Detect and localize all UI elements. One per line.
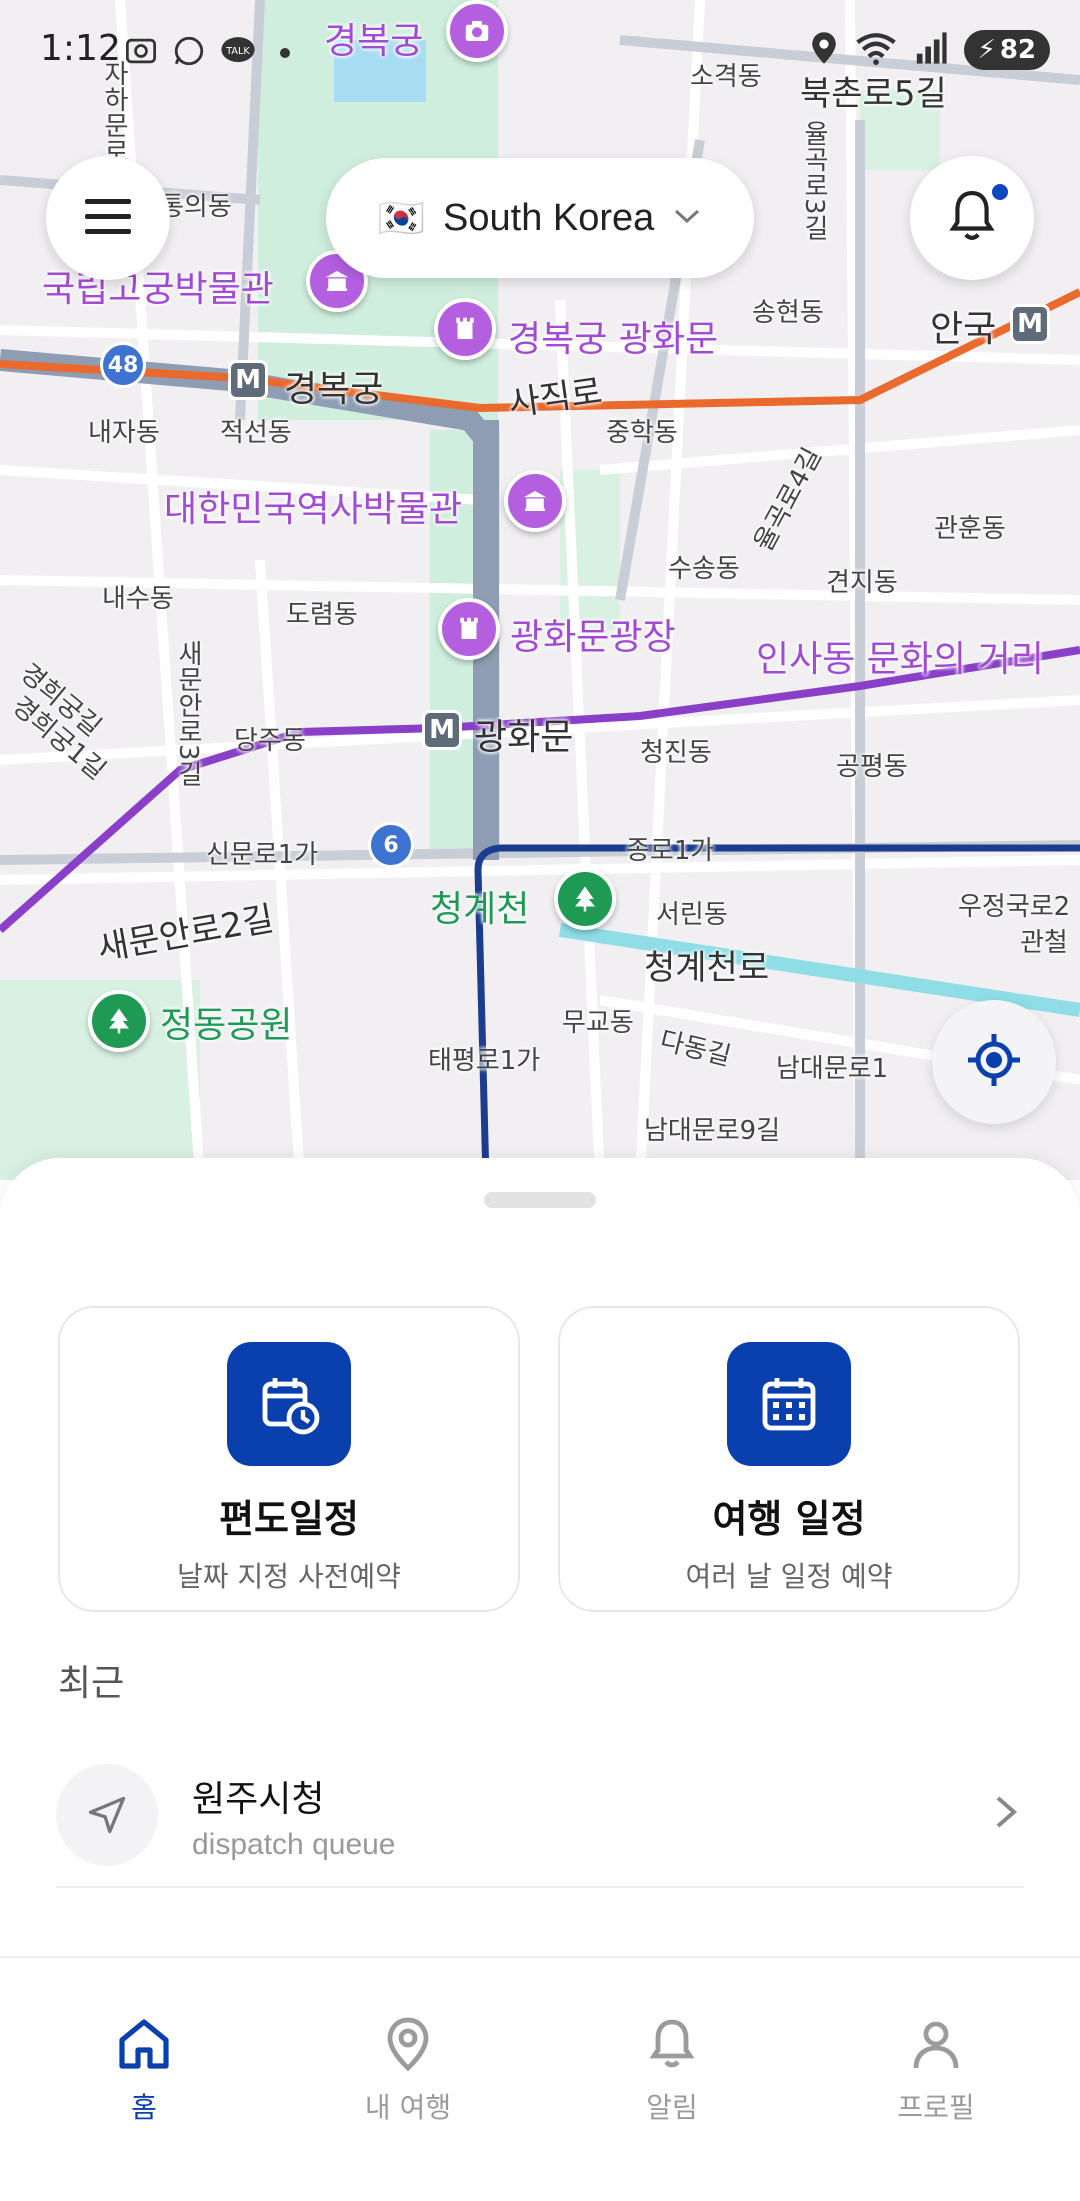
route-48-badge: 48 — [100, 342, 146, 388]
map-label-angguk: 안국 — [930, 309, 997, 350]
map-label-gwanhun: 관훈동 — [934, 514, 1006, 544]
bell-icon — [947, 188, 997, 248]
sheet-drag-handle[interactable] — [484, 1192, 596, 1208]
map-label-tongui: 통의동 — [160, 192, 232, 222]
map-label-gyeonji: 견지동 — [826, 568, 898, 598]
map-label-doryeom: 도렴동 — [286, 600, 358, 630]
chevron-right-icon — [992, 1792, 1020, 1836]
route-6-badge: 6 — [368, 822, 414, 868]
recent-list-item[interactable]: 원주시청 dispatch queue — [56, 1748, 1024, 1888]
charging-icon: ⚡ — [977, 35, 996, 65]
trip-schedule-card[interactable]: 여행 일정 여러 날 일정 예약 — [558, 1306, 1020, 1612]
map-label-cheongjin: 청진동 — [640, 738, 712, 768]
map-label-namdaemun1: 남대문로1 — [776, 1054, 889, 1084]
whatsapp-icon — [172, 34, 206, 72]
nav-label: 내 여행 — [364, 2091, 452, 2124]
chevron-down-icon — [672, 206, 702, 230]
crosshair-icon — [966, 1032, 1022, 1092]
menu-button[interactable] — [46, 156, 170, 280]
map-label-jeokseon: 적선동 — [220, 418, 292, 448]
metro-station-icon[interactable]: M — [1010, 304, 1050, 344]
map-label-yulgok3: 율곡로3길 — [799, 120, 829, 241]
nav-label: 알림 — [646, 2091, 698, 2124]
location-icon — [810, 31, 838, 69]
status-time: 1:12 — [40, 28, 121, 69]
nav-item-my-trips[interactable]: 내 여행 — [308, 2014, 508, 2126]
map-label-namdaemun9: 남대문로9길 — [644, 1116, 781, 1146]
tree-icon[interactable] — [554, 868, 616, 930]
map-label-cheonggyecheon: 청계천 — [430, 889, 530, 930]
map-label-gongpyeong: 공평동 — [836, 752, 908, 782]
notification-dot-icon — [280, 48, 290, 58]
recent-section-title: 최근 — [58, 1663, 125, 1704]
map-label-jongno1: 종로1가 — [626, 836, 715, 866]
tree-icon[interactable] — [88, 990, 150, 1052]
map-label-sinmunro: 신문로1가 — [206, 840, 319, 870]
calendar-clock-icon — [227, 1342, 351, 1466]
recent-item-subtitle: dispatch queue — [192, 1828, 396, 1861]
nav-item-home[interactable]: 홈 — [44, 2014, 244, 2126]
map-label-dangju: 당주동 — [234, 726, 306, 756]
map-label-jeongdong-park: 정동공원 — [160, 1005, 293, 1046]
map-label-history-museum: 대한민국역사박물관 — [164, 489, 463, 530]
bell-icon — [642, 2019, 702, 2078]
notifications-button[interactable] — [910, 156, 1034, 280]
calendar-icon — [727, 1342, 851, 1466]
map-label-gwanghwamun-gate: 경복궁 광화문 — [508, 319, 719, 360]
map-label-cheonggyecheonro: 청계천로 — [644, 948, 770, 988]
recent-item-name: 원주시청 — [192, 1779, 325, 1820]
card-title: 편도일정 — [219, 1497, 359, 1541]
hamburger-icon — [85, 197, 131, 239]
card-subtitle: 여러 날 일정 예약 — [685, 1560, 893, 1593]
map-label-naesu: 내수동 — [102, 584, 174, 614]
nav-item-alerts[interactable]: 알림 — [572, 2014, 772, 2126]
map-label-taepyeong: 태평로1가 — [428, 1046, 541, 1076]
landmark-icon[interactable] — [434, 298, 496, 360]
svg-text:TALK: TALK — [225, 46, 250, 57]
map-label-susong: 수송동 — [668, 554, 740, 584]
country-selector[interactable]: 🇰🇷 South Korea — [326, 158, 754, 278]
signal-icon — [914, 31, 948, 69]
map-label-junghak: 중학동 — [606, 418, 678, 448]
flag-icon: 🇰🇷 — [377, 195, 426, 240]
map-label-gyeongbokgung-station: 경복궁 — [284, 369, 384, 410]
map-label-ujeongguk: 우정국로2 — [958, 892, 1071, 922]
card-subtitle: 날짜 지정 사전예약 — [177, 1560, 401, 1593]
locate-me-button[interactable] — [932, 1000, 1056, 1124]
map-label-insadong: 인사동 문화의 거리 — [756, 639, 1044, 680]
kakaotalk-icon: TALK — [220, 35, 256, 71]
metro-station-icon[interactable]: M — [422, 710, 462, 750]
person-icon — [906, 2021, 966, 2078]
map-label-plaza: 광화문광장 — [510, 617, 676, 658]
metro-station-icon[interactable]: M — [228, 360, 268, 400]
bottom-navigation: 홈 내 여행 알림 프로필 — [0, 1956, 1080, 2201]
map-label-naeja: 내자동 — [88, 418, 160, 448]
museum-icon[interactable] — [504, 470, 566, 532]
nav-label: 홈 — [131, 2091, 157, 2124]
nav-label: 프로필 — [897, 2091, 975, 2124]
navigation-arrow-icon — [56, 1764, 158, 1866]
map-label-gwancheol: 관철 — [1020, 928, 1068, 958]
battery-indicator: ⚡ 82 — [963, 30, 1050, 70]
map-label-seorin: 서린동 — [656, 900, 728, 930]
unread-badge — [992, 184, 1008, 200]
card-title: 여행 일정 — [712, 1497, 866, 1541]
battery-level: 82 — [999, 35, 1036, 65]
country-name: South Korea — [443, 196, 655, 239]
nav-item-profile[interactable]: 프로필 — [836, 2014, 1036, 2126]
wifi-icon — [854, 31, 898, 69]
status-bar: 1:12 TALK ⚡ 82 — [0, 0, 1080, 100]
map-label-mugyo: 무교동 — [562, 1008, 634, 1038]
map-label-gwanghwamun-station: 광화문 — [474, 717, 574, 758]
location-pin-icon — [378, 2017, 438, 2078]
map-label-songhyeon: 송현동 — [752, 298, 824, 328]
home-icon — [114, 2019, 174, 2078]
screenshot-icon — [124, 36, 158, 70]
map-label-saemunan3: 새문안로3길 — [173, 640, 203, 787]
one-way-schedule-card[interactable]: 편도일정 날짜 지정 사전예약 — [58, 1306, 520, 1612]
landmark-icon[interactable] — [438, 598, 500, 660]
